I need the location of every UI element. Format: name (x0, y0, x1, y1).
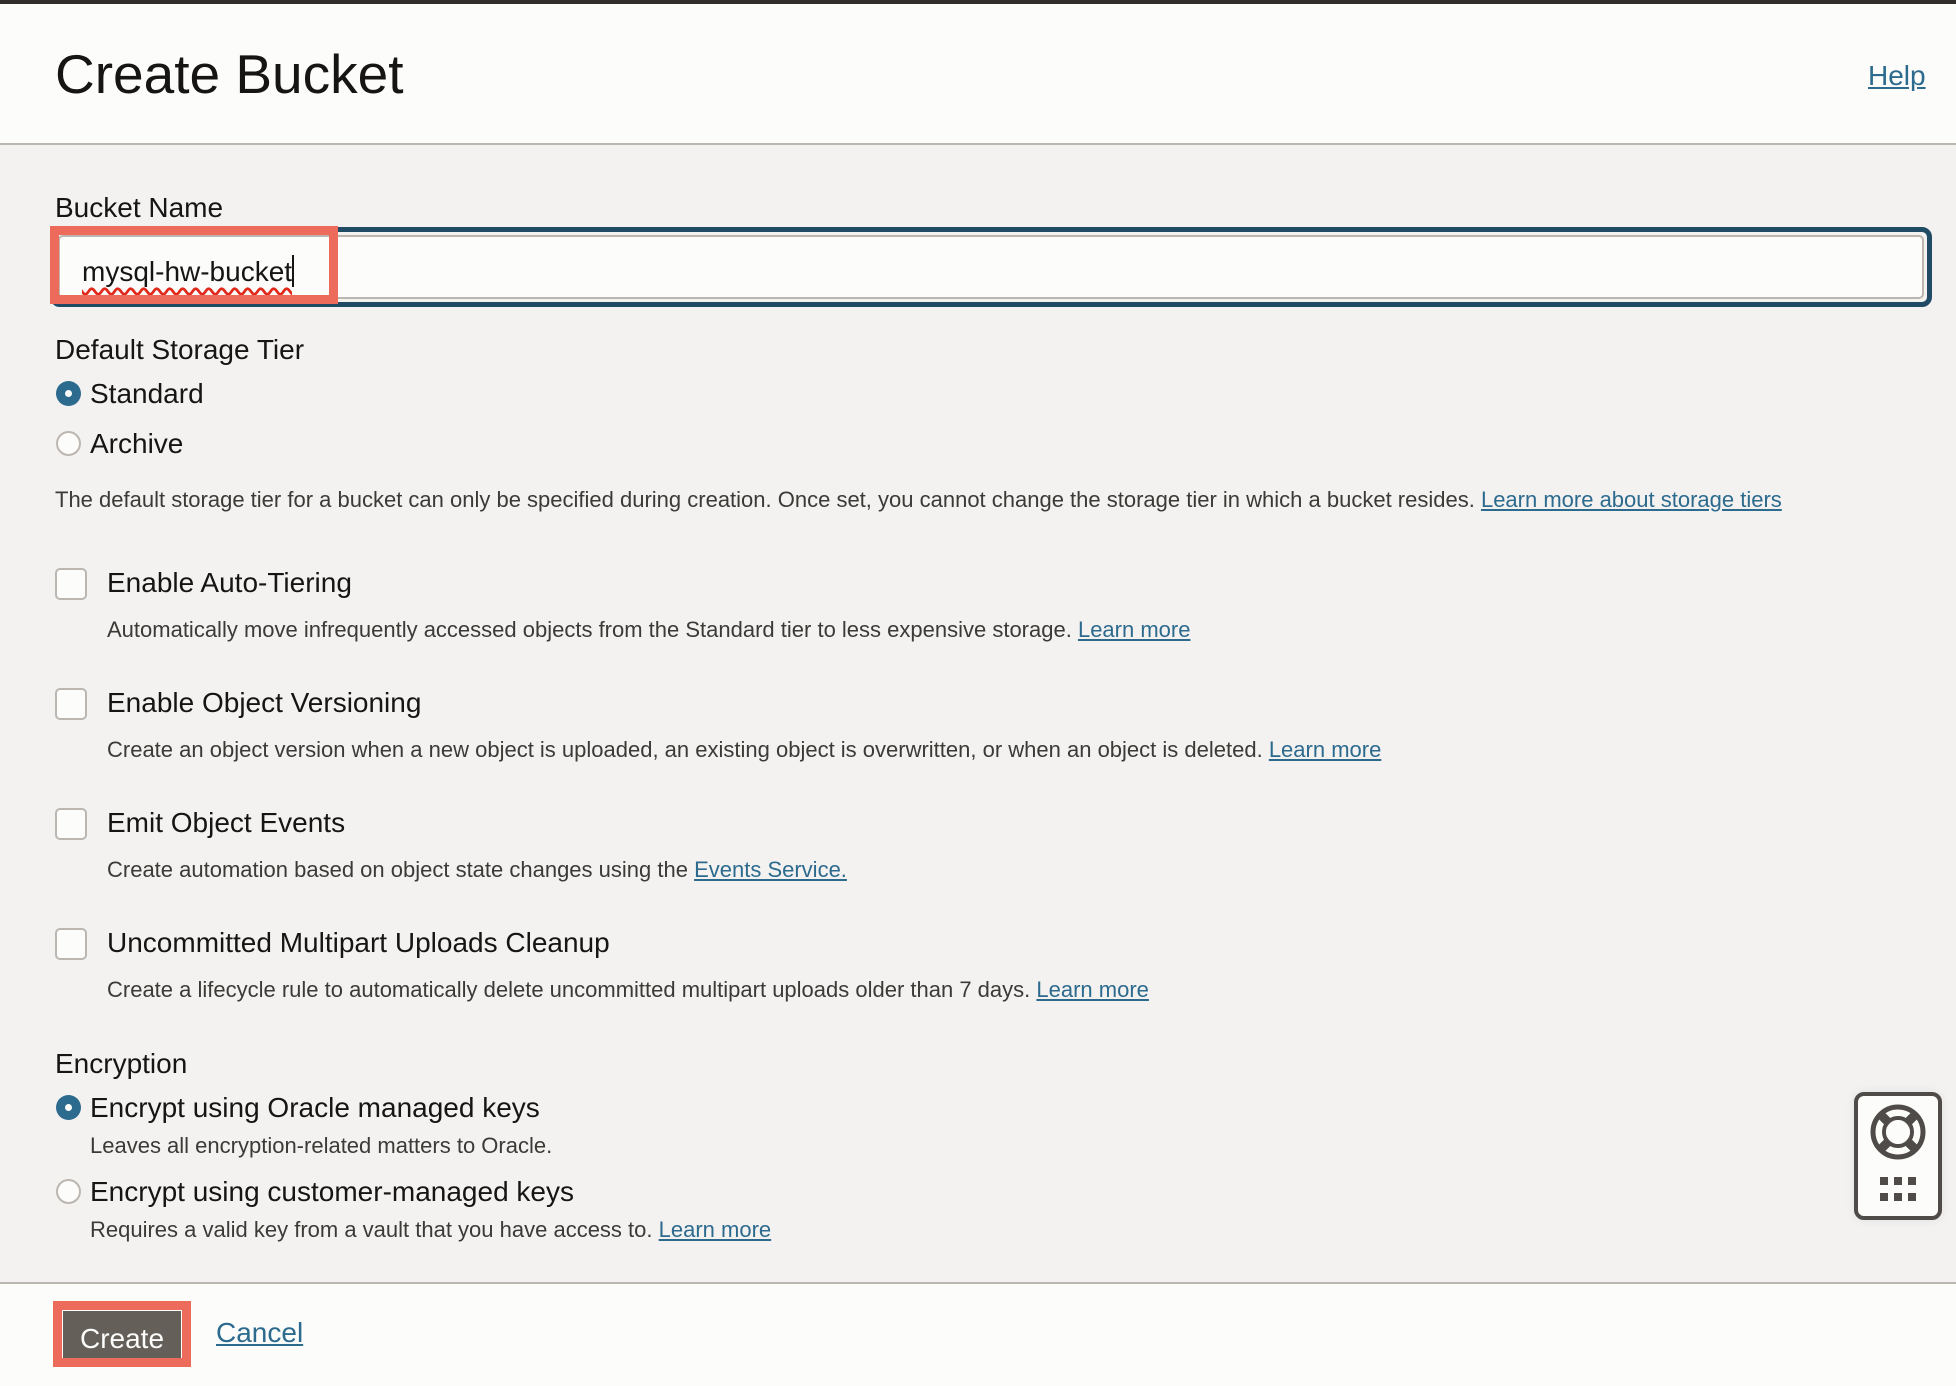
object-versioning-label[interactable]: Enable Object Versioning (107, 687, 421, 719)
radio-archive[interactable] (56, 431, 81, 456)
emit-object-events-label[interactable]: Emit Object Events (107, 807, 345, 839)
multipart-cleanup-label[interactable]: Uncommitted Multipart Uploads Cleanup (107, 927, 610, 959)
customer-keys-learn-more-link[interactable]: Learn more (659, 1217, 772, 1242)
encryption-label: Encryption (55, 1048, 188, 1079)
storage-tiers-learn-more-link[interactable]: Learn more about storage tiers (1481, 487, 1782, 512)
multipart-cleanup-description: Create a lifecycle rule to automatically… (107, 977, 1149, 1002)
auto-tiering-description: Automatically move infrequently accessed… (107, 617, 1191, 642)
oracle-managed-keys-description: Leaves all encryption-related matters to… (90, 1133, 553, 1158)
emit-object-events-description: Create automation based on object state … (107, 857, 847, 882)
auto-tiering-label[interactable]: Enable Auto-Tiering (107, 567, 352, 599)
customer-managed-keys-description: Requires a valid key from a vault that y… (90, 1217, 772, 1242)
checkbox-object-versioning[interactable] (55, 688, 87, 720)
object-versioning-description: Create an object version when a new obje… (107, 737, 1382, 762)
page-title: Create Bucket (55, 43, 404, 105)
bucket-name-value: mysql-hw-bucket (82, 255, 295, 287)
radio-archive-label[interactable]: Archive (90, 428, 183, 460)
bucket-name-input[interactable]: mysql-hw-bucket (50, 227, 1932, 307)
help-link[interactable]: Help (1868, 60, 1926, 92)
checkbox-auto-tiering[interactable] (55, 568, 87, 600)
object-versioning-learn-more-link[interactable]: Learn more (1269, 737, 1382, 762)
events-service-link[interactable]: Events Service. (694, 857, 847, 882)
radio-standard[interactable] (56, 381, 81, 406)
checkbox-multipart-cleanup[interactable] (55, 928, 87, 960)
grid-dots-icon (1880, 1177, 1916, 1201)
storage-tier-label: Default Storage Tier (55, 334, 305, 365)
radio-standard-label[interactable]: Standard (90, 378, 204, 410)
storage-tier-description: The default storage tier for a bucket ca… (55, 487, 1782, 512)
bucket-name-input-field[interactable]: mysql-hw-bucket (58, 235, 1924, 299)
lifebuoy-icon (1870, 1104, 1926, 1160)
help-widget[interactable] (1854, 1092, 1942, 1220)
radio-oracle-managed-keys-label[interactable]: Encrypt using Oracle managed keys (90, 1092, 540, 1124)
create-button[interactable]: Create (63, 1311, 181, 1367)
bucket-name-label: Bucket Name (55, 192, 224, 223)
checkbox-emit-object-events[interactable] (55, 808, 87, 840)
help-widget-graphic (1870, 1104, 1926, 1201)
cancel-link[interactable]: Cancel (216, 1317, 303, 1349)
multipart-cleanup-learn-more-link[interactable]: Learn more (1036, 977, 1149, 1002)
text-caret (292, 255, 295, 287)
radio-customer-managed-keys-label[interactable]: Encrypt using customer-managed keys (90, 1176, 574, 1208)
auto-tiering-learn-more-link[interactable]: Learn more (1078, 617, 1191, 642)
radio-oracle-managed-keys[interactable] (56, 1095, 81, 1120)
radio-customer-managed-keys[interactable] (56, 1179, 81, 1204)
page-header: Create Bucket Help (0, 4, 1956, 145)
